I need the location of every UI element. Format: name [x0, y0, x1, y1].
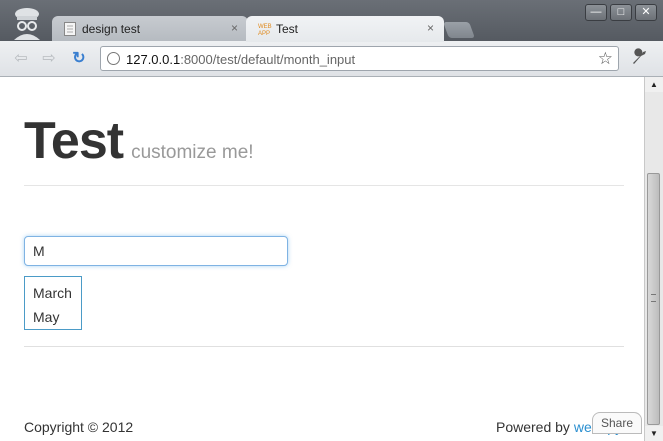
- page-viewport: Test customize me! March May Copyright © …: [0, 77, 644, 441]
- page-icon: [64, 22, 76, 36]
- close-window-button[interactable]: ✕: [635, 4, 657, 21]
- address-bar[interactable]: 127.0.0.1:8000/test/default/month_input …: [100, 46, 619, 71]
- new-tab-button[interactable]: [443, 22, 475, 38]
- page-header: Test customize me!: [24, 111, 254, 171]
- powered-by-label: Powered by: [496, 419, 574, 435]
- address-host: 127.0.0.1: [126, 52, 181, 67]
- page-title: Test: [24, 112, 124, 170]
- reload-icon[interactable]: ↻: [69, 49, 89, 69]
- vertical-scrollbar[interactable]: ▲ ▼: [644, 77, 663, 441]
- scroll-up-icon[interactable]: ▲: [645, 77, 663, 92]
- share-button[interactable]: Share: [592, 412, 642, 434]
- tab-label: Test: [276, 22, 299, 36]
- autocomplete-dropdown: March May: [24, 276, 82, 330]
- browser-titlebar: design test × WEB APP Test × — □ ✕: [0, 0, 663, 42]
- web2py-favicon-icon: WEB APP: [258, 22, 272, 37]
- bookmark-star-icon[interactable]: ☆: [598, 49, 613, 69]
- minimize-button[interactable]: —: [585, 4, 607, 21]
- svg-text:APP: APP: [258, 31, 270, 36]
- autocomplete-option[interactable]: March: [25, 281, 81, 305]
- tab-design-test[interactable]: design test ×: [52, 16, 248, 42]
- divider: [24, 346, 624, 347]
- month-input[interactable]: [24, 236, 288, 266]
- divider: [24, 185, 624, 186]
- tab-test[interactable]: WEB APP Test ×: [246, 16, 444, 42]
- tab-close-icon[interactable]: ×: [231, 21, 238, 35]
- address-path: :8000/test/default/month_input: [180, 52, 356, 67]
- scroll-thumb[interactable]: [647, 173, 660, 425]
- back-arrow-icon[interactable]: ⇦: [11, 49, 31, 69]
- tab-close-icon[interactable]: ×: [427, 21, 434, 35]
- autocomplete-option[interactable]: May: [25, 305, 81, 329]
- page-subtitle: customize me!: [131, 142, 254, 163]
- scroll-grip-icon: [651, 294, 656, 302]
- forward-arrow-icon[interactable]: ⇨: [39, 49, 59, 69]
- copyright-text: Copyright © 2012: [24, 419, 134, 435]
- globe-icon: [107, 52, 120, 65]
- scroll-down-icon[interactable]: ▼: [645, 426, 663, 441]
- wrench-icon[interactable]: [628, 48, 650, 70]
- browser-toolbar: ⇦ ⇨ ↻ 127.0.0.1:8000/test/default/month_…: [0, 41, 663, 77]
- tab-label: design test: [82, 22, 141, 36]
- incognito-icon: [8, 4, 46, 40]
- maximize-button[interactable]: □: [610, 4, 632, 21]
- svg-text:WEB: WEB: [258, 24, 272, 30]
